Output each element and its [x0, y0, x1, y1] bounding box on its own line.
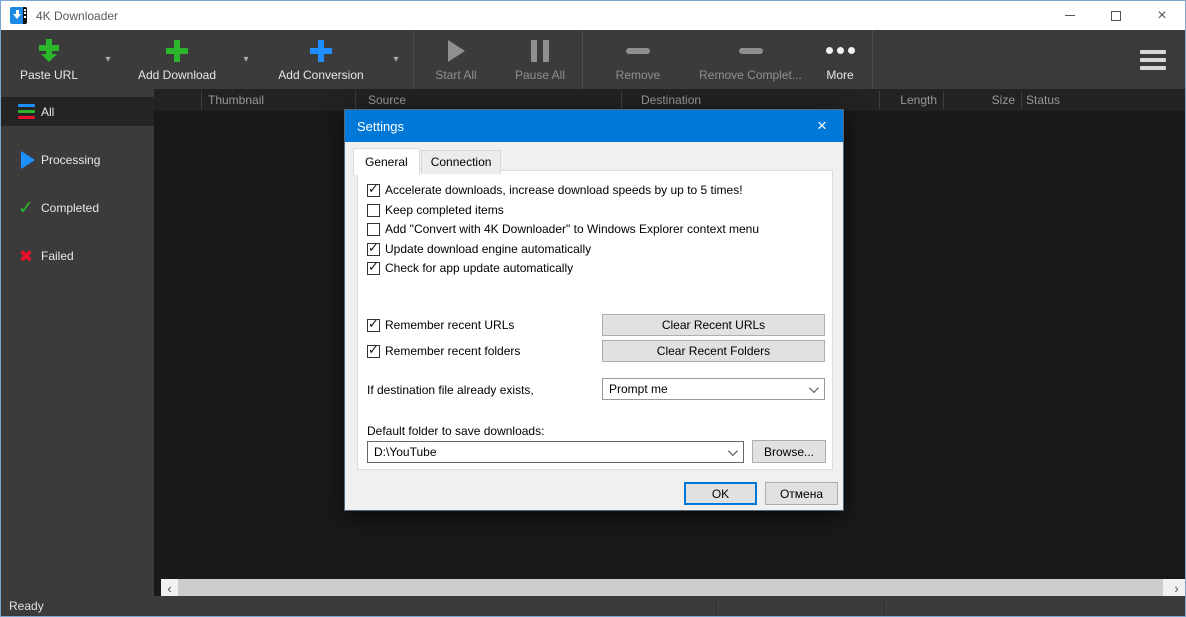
checkbox-icon: [367, 223, 380, 236]
app-window: 4K Downloader × Paste URL ▾ Add Download…: [0, 0, 1186, 617]
checkbox-check-app-update[interactable]: ✓ Check for app update automatically: [367, 260, 573, 276]
sidebar-item-failed[interactable]: ✖ Failed: [1, 232, 154, 280]
window-title: 4K Downloader: [36, 9, 118, 23]
add-conversion-button[interactable]: Add Conversion: [263, 30, 379, 89]
dash-icon: [739, 48, 763, 54]
dialog-title: Settings: [357, 119, 404, 134]
checkbox-icon: ✓: [367, 319, 380, 332]
cross-icon: ✖: [19, 248, 33, 265]
clear-recent-urls-button[interactable]: Clear Recent URLs: [602, 314, 825, 336]
statusbar-separator: [716, 597, 717, 615]
remove-completed-button[interactable]: Remove Complet...: [693, 30, 808, 89]
app-logo-icon: [10, 7, 27, 24]
sidebar-item-processing[interactable]: Processing: [1, 136, 154, 184]
more-dots-icon: [837, 47, 844, 54]
ok-button[interactable]: OK: [684, 482, 757, 505]
check-icon: ✓: [18, 199, 34, 218]
checkbox-accelerate-downloads[interactable]: ✓ Accelerate downloads, increase downloa…: [367, 182, 743, 198]
more-button[interactable]: More: [808, 30, 872, 89]
column-separator: [355, 91, 356, 109]
dash-icon: [626, 48, 650, 54]
paste-url-dropdown[interactable]: ▾: [91, 30, 125, 89]
filter-all-icon: [18, 104, 35, 120]
settings-dialog: Settings × General Connection ✓ Accelera…: [344, 109, 844, 511]
cancel-button[interactable]: Отмена: [765, 482, 838, 505]
start-all-button[interactable]: Start All: [414, 30, 498, 89]
paste-url-button[interactable]: Paste URL: [7, 30, 91, 89]
checkbox-icon: ✓: [367, 184, 380, 197]
play-icon: [448, 40, 465, 62]
plus-icon: [309, 39, 333, 63]
statusbar-separator: [884, 597, 885, 615]
minimize-button[interactable]: [1047, 1, 1093, 30]
general-tab-panel: ✓ Accelerate downloads, increase downloa…: [357, 170, 833, 470]
plus-icon: [165, 39, 189, 63]
main-area: All Processing ✓ Completed ✖ Failed Thum…: [1, 89, 1185, 598]
column-header-size[interactable]: Size: [943, 93, 1015, 107]
checkbox-remember-folders[interactable]: ✓ Remember recent folders: [367, 343, 520, 359]
checkbox-icon: ✓: [367, 262, 380, 275]
checkbox-update-engine[interactable]: ✓ Update download engine automatically: [367, 241, 591, 257]
download-list-header: Thumbnail Source Destination Length Size…: [154, 89, 1185, 111]
hamburger-icon: [1140, 50, 1166, 54]
minimize-icon: [1065, 15, 1075, 16]
remove-button[interactable]: Remove: [583, 30, 693, 89]
status-text: Ready: [9, 599, 44, 613]
add-download-button[interactable]: Add Download: [125, 30, 229, 89]
paste-plus-icon: [37, 39, 61, 63]
if-exists-dropdown[interactable]: Prompt me: [602, 378, 825, 400]
chevron-down-icon: [728, 446, 738, 456]
dialog-close-button[interactable]: ×: [801, 110, 843, 142]
close-icon: ×: [1157, 8, 1166, 24]
close-icon: ×: [817, 116, 827, 136]
checkbox-icon: [367, 204, 380, 217]
column-separator: [621, 91, 622, 109]
column-header-thumbnail[interactable]: Thumbnail: [208, 93, 264, 107]
window-controls: ×: [1047, 1, 1185, 30]
play-icon: [21, 151, 35, 169]
chevron-down-icon: ▾: [393, 54, 398, 65]
column-header-destination[interactable]: Destination: [641, 93, 701, 107]
column-header-length[interactable]: Length: [879, 93, 937, 107]
chevron-down-icon: [809, 383, 819, 393]
sidebar: All Processing ✓ Completed ✖ Failed: [1, 89, 154, 598]
default-folder-label: Default folder to save downloads:: [367, 424, 544, 438]
add-conversion-dropdown[interactable]: ▾: [379, 30, 413, 89]
checkbox-icon: ✓: [367, 345, 380, 358]
checkbox-icon: ✓: [367, 243, 380, 256]
sidebar-item-all[interactable]: All: [1, 97, 154, 126]
chevron-right-icon: ›: [1174, 581, 1178, 596]
checkbox-context-menu[interactable]: Add "Convert with 4K Downloader" to Wind…: [367, 221, 759, 237]
column-header-source[interactable]: Source: [368, 93, 406, 107]
tab-connection[interactable]: Connection: [421, 150, 502, 174]
sidebar-item-completed[interactable]: ✓ Completed: [1, 184, 154, 232]
titlebar: 4K Downloader ×: [1, 1, 1185, 30]
chevron-down-icon: ▾: [105, 54, 110, 65]
maximize-button[interactable]: [1093, 1, 1139, 30]
chevron-down-icon: ▾: [243, 54, 248, 65]
dialog-tabs: General Connection: [353, 147, 502, 174]
if-exists-label: If destination file already exists,: [367, 383, 534, 397]
browse-button[interactable]: Browse...: [752, 440, 826, 463]
pause-icon: [531, 40, 549, 62]
column-separator: [201, 91, 202, 109]
clear-recent-folders-button[interactable]: Clear Recent Folders: [602, 340, 825, 362]
maximize-icon: [1111, 11, 1121, 21]
column-header-status[interactable]: Status: [1026, 93, 1060, 107]
pause-all-button[interactable]: Pause All: [498, 30, 582, 89]
dialog-titlebar: Settings ×: [345, 110, 843, 142]
menu-button[interactable]: [1121, 30, 1185, 89]
add-download-dropdown[interactable]: ▾: [229, 30, 263, 89]
checkbox-keep-completed[interactable]: Keep completed items: [367, 202, 504, 218]
column-separator: [1021, 91, 1022, 109]
statusbar: Ready: [1, 596, 1185, 616]
checkbox-remember-urls[interactable]: ✓ Remember recent URLs: [367, 317, 514, 333]
close-button[interactable]: ×: [1139, 1, 1185, 30]
chevron-left-icon: ‹: [167, 581, 171, 596]
toolbar: Paste URL ▾ Add Download ▾ Add Conversio…: [1, 30, 1185, 89]
tab-general[interactable]: General: [353, 148, 420, 175]
default-folder-combobox[interactable]: D:\YouTube: [367, 441, 744, 463]
